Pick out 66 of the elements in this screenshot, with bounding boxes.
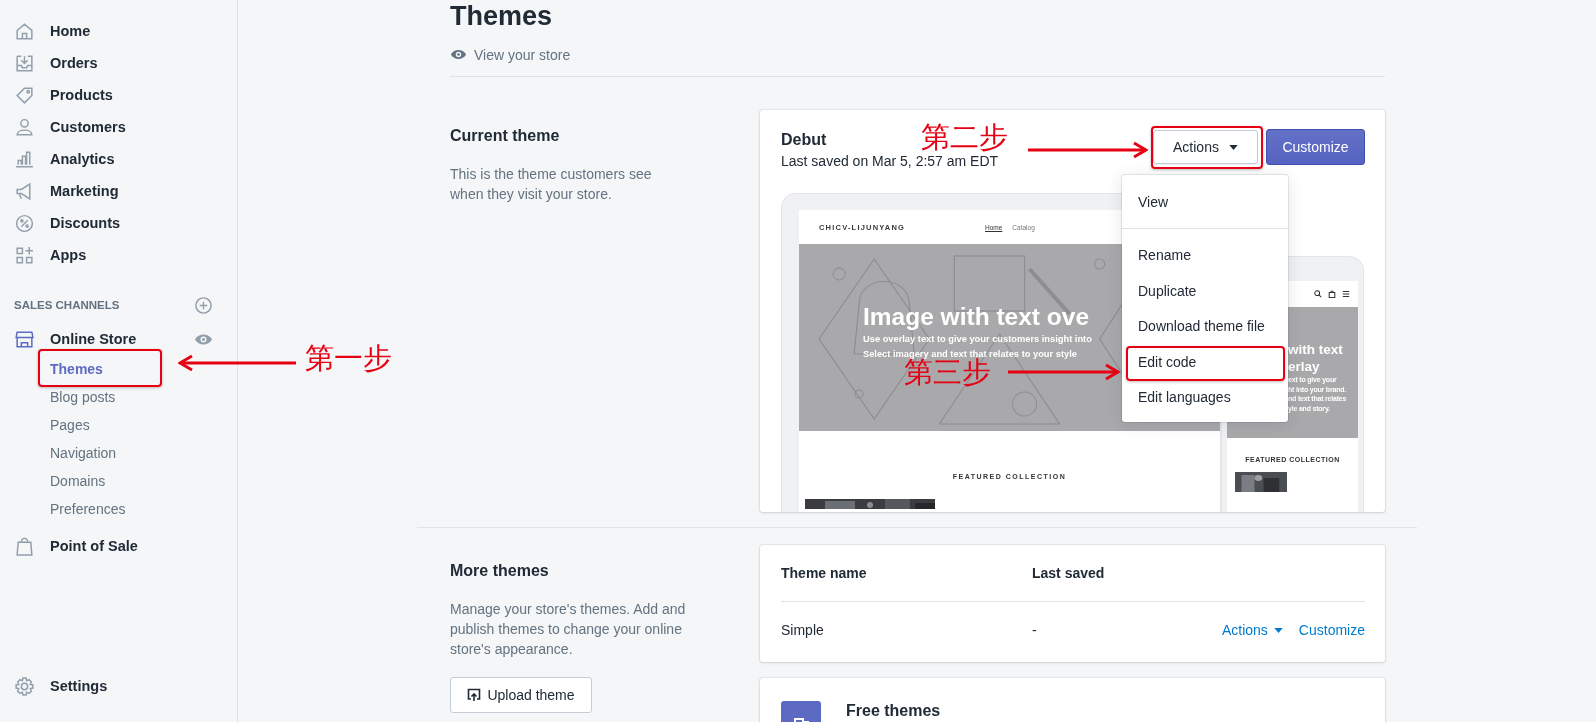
hero-heading: erlay bbox=[1288, 358, 1320, 375]
nav-subitem[interactable]: Preferences bbox=[0, 495, 237, 523]
nav-item[interactable]: Point of Sale bbox=[0, 530, 138, 562]
card-title: Free themes bbox=[846, 702, 941, 720]
section-heading: More themes bbox=[450, 562, 550, 580]
inbox-icon bbox=[14, 52, 35, 74]
annotation-label: 第一步 bbox=[305, 342, 392, 374]
nav-item[interactable]: Marketing bbox=[0, 175, 237, 207]
hero-text: Select imagery and text that relates to your style bbox=[863, 348, 1077, 359]
upload-icon bbox=[467, 688, 482, 702]
section-description: This is the theme customers see when they visit your store. bbox=[450, 165, 653, 204]
section-description: Manage your store's themes. Add and publish themes to change your online store's appearance. bbox=[450, 600, 686, 659]
nav-item[interactable]: Online Store bbox=[0, 323, 137, 355]
nav-subitem[interactable]: Themes bbox=[0, 355, 237, 383]
nav-item[interactable]: Products bbox=[0, 79, 237, 111]
column-header: Last saved bbox=[1032, 565, 1106, 581]
nav-subitem[interactable]: Domains bbox=[0, 467, 237, 495]
last-saved-text: Last saved on Mar 5, 2:57 am EDT bbox=[781, 153, 999, 169]
upload-theme-button[interactable]: Upload theme bbox=[450, 677, 592, 713]
customize-link[interactable]: Customize bbox=[1298, 622, 1365, 638]
nav-item[interactable]: Home bbox=[0, 15, 237, 47]
menu-icon bbox=[1342, 290, 1350, 298]
column-header: Theme name bbox=[781, 565, 868, 581]
nav-item[interactable]: Settings bbox=[0, 670, 237, 702]
add-icon[interactable] bbox=[194, 295, 213, 315]
nav-item[interactable]: Analytics bbox=[0, 143, 237, 175]
menu-item[interactable]: Edit code bbox=[1122, 348, 1288, 375]
store-icon bbox=[14, 328, 35, 350]
table-cell-text: - bbox=[1032, 622, 1038, 638]
page-title: Themes bbox=[450, 0, 554, 32]
person-icon bbox=[14, 116, 35, 138]
view-store-link[interactable]: View your store bbox=[450, 46, 571, 63]
actions-link[interactable]: Actions bbox=[1221, 622, 1283, 638]
theme-name: Debut bbox=[781, 131, 827, 149]
actions-button[interactable]: Actions bbox=[1153, 130, 1258, 164]
hero-text: Use overlay text to give your customers insight into bbox=[863, 333, 1092, 346]
apps-grid-icon bbox=[14, 244, 35, 266]
menu-item[interactable]: Rename bbox=[1122, 242, 1288, 268]
tag-icon bbox=[14, 84, 35, 106]
caret-icon bbox=[1228, 144, 1238, 150]
nav-item[interactable]: Customers bbox=[0, 111, 237, 143]
annotation-label: 第二步 bbox=[921, 121, 1008, 153]
nav-item[interactable]: Discounts bbox=[0, 207, 237, 239]
nav-item[interactable]: Orders bbox=[0, 47, 237, 79]
bar-chart-icon bbox=[14, 148, 35, 170]
percent-badge-icon bbox=[14, 212, 35, 234]
search-icon bbox=[1314, 290, 1322, 298]
nav-item[interactable]: Apps bbox=[0, 239, 237, 271]
section-heading: SALES CHANNELS bbox=[14, 299, 120, 311]
nav-subitem[interactable]: Pages bbox=[0, 411, 237, 439]
table-cell-text: Simple bbox=[781, 622, 825, 638]
hero-heading: with text bbox=[1288, 341, 1343, 358]
nav-subitem[interactable]: Blog posts bbox=[0, 383, 237, 411]
nav-subitem[interactable]: Navigation bbox=[0, 439, 237, 467]
hero-heading: Image with text ove bbox=[863, 302, 1089, 332]
bag-icon bbox=[1328, 290, 1336, 298]
section-heading: Current theme bbox=[450, 127, 561, 145]
menu-item[interactable]: View bbox=[1122, 189, 1288, 215]
caret-icon bbox=[1273, 627, 1283, 633]
menu-item[interactable]: Edit languages bbox=[1122, 384, 1288, 410]
menu-item[interactable]: Duplicate bbox=[1122, 277, 1288, 304]
home-icon bbox=[14, 20, 35, 42]
settings-icon bbox=[14, 675, 35, 697]
customize-button[interactable]: Customize bbox=[1266, 129, 1365, 165]
menu-item[interactable]: Download theme file bbox=[1122, 313, 1288, 339]
shopping-bag-icon bbox=[14, 535, 35, 557]
